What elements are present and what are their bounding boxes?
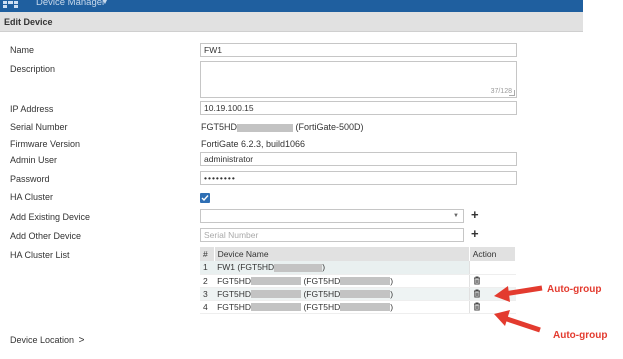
- chevron-down-icon[interactable]: ▼: [101, 0, 109, 6]
- annotation-arrows: [494, 285, 543, 333]
- description-label: Description: [10, 64, 56, 74]
- name-label: Name: [10, 45, 35, 55]
- add-other-device-plus-icon[interactable]: +: [471, 227, 479, 240]
- device-name-cell: FGT5HD (FGT5HD): [214, 300, 470, 314]
- admin-user-input[interactable]: administrator: [200, 152, 517, 166]
- column-header-num: #: [200, 247, 215, 261]
- column-header-device-name: Device Name: [214, 247, 470, 261]
- table-row[interactable]: 4 FGT5HD (FGT5HD): [200, 300, 516, 314]
- ip-address-input[interactable]: 10.19.100.15: [200, 101, 517, 115]
- device-name-text: FGT5HD: [217, 275, 252, 286]
- table-header-row: # Device Name Action: [200, 247, 517, 261]
- serial-model: (FortiGate-500D): [295, 122, 364, 132]
- chevron-down-icon: ▼: [453, 213, 459, 219]
- device-name-text: (FGT5HD: [303, 288, 341, 299]
- ha-cluster-table: # Device Name Action 1 FW1 (FGT5HD) 2 FG…: [200, 247, 517, 314]
- arrowhead-icon: [494, 286, 510, 302]
- row-number: 2: [200, 274, 215, 288]
- delete-icon[interactable]: [473, 289, 481, 298]
- app-title[interactable]: Device Manager: [36, 0, 105, 8]
- device-name-text: (FGT5HD: [303, 275, 341, 286]
- ip-address-label: IP Address: [10, 104, 54, 114]
- add-existing-device-select[interactable]: ▼: [200, 209, 464, 223]
- annotation-label: Auto-group: [547, 284, 602, 295]
- delete-icon[interactable]: [473, 302, 481, 311]
- device-location-label: Device Location: [10, 335, 75, 345]
- name-input[interactable]: FW1: [200, 43, 517, 57]
- device-name-text: (FGT5HD: [303, 301, 341, 312]
- redacted-block: [340, 277, 391, 286]
- fortinet-logo-icon: [3, 1, 19, 9]
- redacted-block: [340, 303, 391, 312]
- add-existing-device-label: Add Existing Device: [10, 212, 91, 222]
- redacted-block: [274, 264, 323, 272]
- ha-cluster-checkbox[interactable]: [200, 193, 210, 203]
- section-header: Edit Device: [0, 12, 583, 32]
- table-row[interactable]: 3 FGT5HD (FGT5HD): [200, 287, 516, 301]
- column-header-action: Action: [469, 247, 517, 261]
- redacted-block: [251, 277, 302, 286]
- arrow-icon: [503, 285, 543, 297]
- device-name-text: ): [322, 262, 326, 273]
- device-location-toggle[interactable]: Device Location >: [10, 335, 84, 346]
- firmware-version-label: Firmware Version: [10, 139, 81, 149]
- serial-prefix: FGT5HD: [201, 122, 237, 132]
- device-name-cell: FGT5HD (FGT5HD): [214, 274, 470, 288]
- app-header: Device Manager ▼: [0, 0, 583, 12]
- redacted-block: [251, 290, 302, 299]
- firmware-version-value: FortiGate 6.2.3, build1066: [201, 139, 306, 149]
- table-row[interactable]: 2 FGT5HD (FGT5HD): [200, 274, 516, 288]
- device-name-text: FW1 (FGT5HD: [217, 262, 275, 273]
- ha-cluster-list-label: HA Cluster List: [10, 250, 70, 260]
- device-name-text: ): [390, 275, 394, 286]
- serial-number-input[interactable]: Serial Number: [200, 228, 464, 242]
- redacted-block: [237, 123, 293, 132]
- annotation-label: Auto-group: [553, 330, 608, 341]
- row-number: 1: [200, 261, 215, 275]
- resize-handle-icon[interactable]: [509, 90, 515, 96]
- admin-user-label: Admin User: [10, 155, 58, 165]
- serial-number-label: Serial Number: [10, 122, 68, 132]
- device-name-text: ): [390, 301, 394, 312]
- redacted-block: [251, 303, 302, 312]
- redacted-block: [340, 290, 391, 299]
- action-cell: [468, 261, 516, 275]
- chevron-right-icon: >: [78, 335, 85, 346]
- device-name-text: FGT5HD: [217, 301, 252, 312]
- add-existing-device-plus-icon[interactable]: +: [471, 208, 479, 221]
- serial-number-value: FGT5HD (FortiGate-500D): [201, 122, 364, 132]
- row-number: 4: [200, 300, 215, 314]
- device-name-text: ): [390, 288, 394, 299]
- description-textarea[interactable]: 37/128: [200, 61, 517, 98]
- add-other-device-label: Add Other Device: [10, 231, 82, 241]
- password-input[interactable]: ••••••••: [200, 171, 517, 185]
- delete-icon[interactable]: [473, 276, 481, 285]
- ha-cluster-label: HA Cluster: [10, 192, 54, 202]
- section-title: Edit Device: [4, 17, 53, 27]
- table-row[interactable]: 1 FW1 (FGT5HD): [200, 261, 516, 275]
- arrow-icon: [503, 315, 541, 333]
- password-label: Password: [10, 174, 50, 184]
- checkmark-icon: [201, 195, 209, 202]
- device-name-cell: FW1 (FGT5HD): [214, 261, 470, 275]
- row-number: 3: [200, 287, 215, 301]
- device-name-text: FGT5HD: [217, 288, 252, 299]
- device-name-cell: FGT5HD (FGT5HD): [214, 287, 470, 301]
